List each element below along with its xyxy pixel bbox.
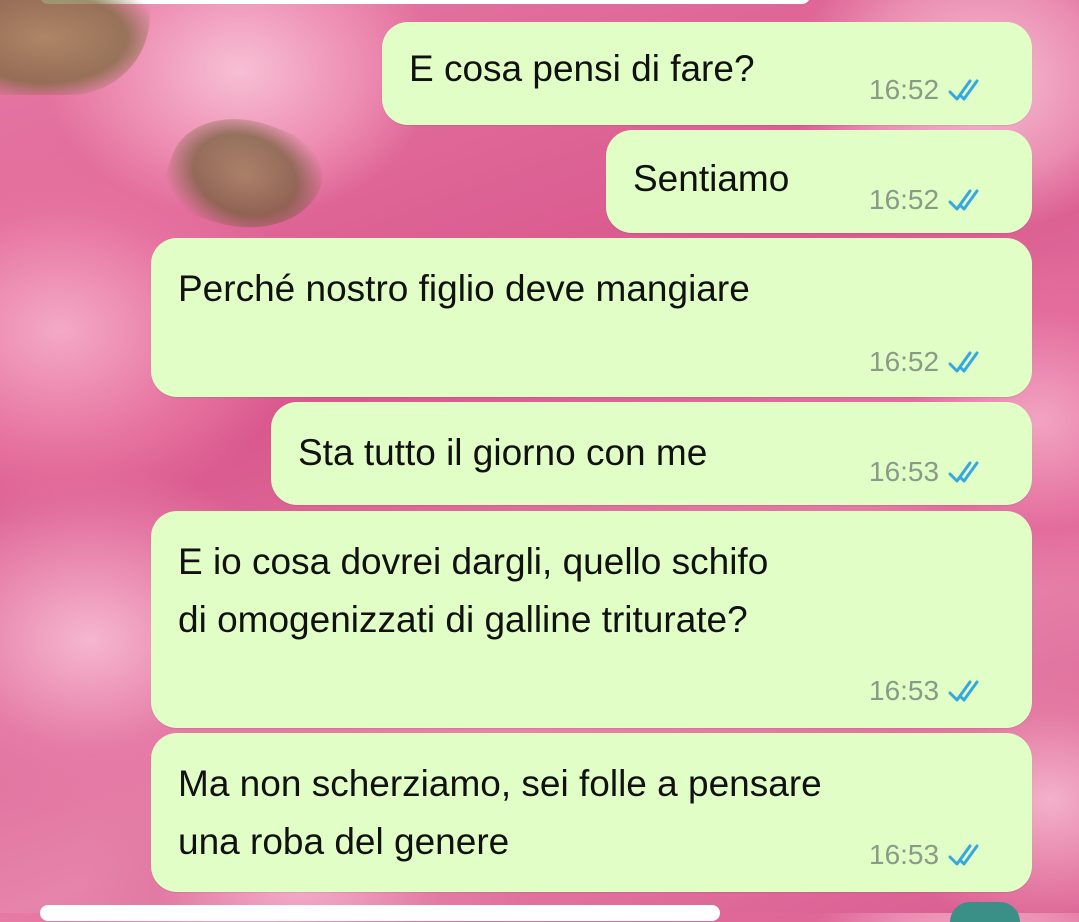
scroll-button-edge[interactable] xyxy=(950,902,1020,922)
message-time: 16:52 xyxy=(869,74,940,105)
read-double-check-icon xyxy=(947,187,987,213)
message-bubble[interactable]: Sentiamo 16:52 xyxy=(606,130,1032,233)
message-time: 16:53 xyxy=(869,456,940,487)
message-bubble[interactable]: Perché nostro figlio deve mangiare 16:52 xyxy=(151,238,1032,397)
message-time: 16:53 xyxy=(869,675,940,706)
message-time: 16:52 xyxy=(869,184,940,215)
read-double-check-icon xyxy=(947,459,987,485)
message-bubble[interactable]: Sta tutto il giorno con me 16:53 xyxy=(271,402,1032,505)
previous-message-edge xyxy=(40,0,810,4)
message-bubble[interactable]: E io cosa dovrei dargli, quello schifo d… xyxy=(151,511,1032,728)
message-bubble[interactable]: Ma non scherziamo, sei folle a pensare u… xyxy=(151,733,1032,892)
read-double-check-icon xyxy=(947,77,987,103)
message-meta: 16:53 xyxy=(869,675,987,707)
message-text-line: Ma non scherziamo, sei folle a pensare xyxy=(178,763,822,804)
message-text-line: E io cosa dovrei dargli, quello schifo xyxy=(178,541,769,582)
message-text: Sta tutto il giorno con me xyxy=(298,432,708,473)
background-leaf xyxy=(155,97,335,253)
message-text: Sentiamo xyxy=(633,158,790,199)
message-text-line: una roba del genere xyxy=(178,821,510,862)
message-time: 16:53 xyxy=(869,839,940,870)
read-double-check-icon xyxy=(947,842,987,868)
message-meta: 16:52 xyxy=(869,74,987,106)
message-meta: 16:53 xyxy=(869,839,987,871)
background-leaf xyxy=(0,0,150,95)
read-double-check-icon xyxy=(947,349,987,375)
message-bubble[interactable]: E cosa pensi di fare? 16:52 xyxy=(382,22,1032,125)
next-message-edge xyxy=(40,905,720,921)
message-text-line: di omogenizzati di galline triturate? xyxy=(178,599,748,640)
message-meta: 16:52 xyxy=(869,346,987,378)
message-text: E cosa pensi di fare? xyxy=(409,48,755,89)
message-meta: 16:53 xyxy=(869,456,987,488)
message-meta: 16:52 xyxy=(869,184,987,216)
message-time: 16:52 xyxy=(869,346,940,377)
read-double-check-icon xyxy=(947,678,987,704)
message-text: Perché nostro figlio deve mangiare xyxy=(178,268,750,309)
